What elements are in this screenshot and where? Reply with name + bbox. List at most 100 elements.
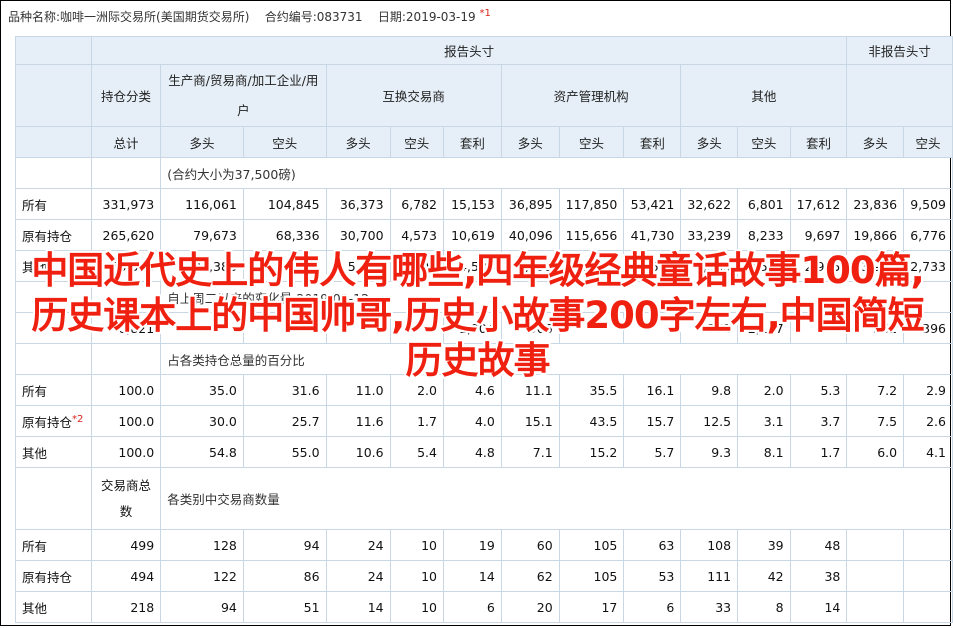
- value-cell: 54.8: [160, 436, 244, 468]
- value-cell: 24: [325, 560, 391, 592]
- value-cell: 105: [558, 529, 625, 561]
- value-cell: 104,845: [242, 188, 327, 220]
- value-cell: 8,233: [737, 219, 791, 251]
- value-cell: 33,239: [680, 219, 739, 251]
- reportable-header: 报告头寸: [90, 36, 848, 65]
- value-cell: 1.7: [389, 405, 444, 437]
- value-cell: 499: [90, 529, 162, 561]
- value-cell: 4,573: [389, 219, 444, 251]
- trader-note-row: 交易商总数 各类别中交易商数量: [15, 467, 953, 530]
- row-label-text: 所有: [22, 538, 48, 554]
- other-header: 其他: [680, 64, 848, 127]
- value-cell: 36,895: [500, 188, 560, 220]
- value-cell: 100.0: [90, 405, 162, 437]
- header-row-3: 总计 多头 空头 多头 空头 套利 多头 空头 套利 多头 空头 套利 多头 空…: [15, 126, 953, 158]
- table-row: 其他 100.0 54.8 55.0 10.6 5.4 4.8 7.1 15.2 5.7 9.3 8.…: [15, 436, 953, 468]
- row-label: 所有: [15, 188, 92, 220]
- value-cell: 19: [442, 529, 502, 561]
- value-cell: 94: [160, 591, 244, 623]
- value-cell: 32,622: [680, 188, 739, 220]
- value-cell: 42: [737, 560, 791, 592]
- row-label-text: 原有持仓: [22, 569, 73, 585]
- value-cell: 30.0: [160, 405, 244, 437]
- value-cell: 111: [680, 560, 739, 592]
- value-cell: 8: [737, 591, 791, 623]
- producer-short-header: 空头: [242, 126, 327, 158]
- value-cell: 1.7: [789, 436, 848, 468]
- money-spread-header: 套利: [623, 126, 682, 158]
- row-label: 其他: [15, 591, 92, 623]
- other-short-header: 空头: [737, 126, 791, 158]
- swap-header: 互换交易商: [325, 64, 502, 127]
- value-cell: 6.0: [846, 436, 905, 468]
- value-cell: 79,673: [160, 219, 244, 251]
- row-label: 原有持仓: [15, 560, 92, 592]
- value-cell: 53: [623, 560, 682, 592]
- value-cell: 7.5: [846, 405, 905, 437]
- value-cell: 86: [242, 560, 327, 592]
- value-cell: 128: [160, 529, 244, 561]
- table-row: 所有 499 128 94 24 10 19 60 105 63 108 39 48: [15, 529, 953, 561]
- value-cell: 100.0: [90, 436, 162, 468]
- value-cell: 10: [389, 529, 444, 561]
- value-cell: 10,619: [442, 219, 502, 251]
- value-cell: 14: [442, 560, 502, 592]
- row-label-text: 原有持仓: [22, 414, 73, 430]
- producer-long-header: 多头: [160, 126, 244, 158]
- value-cell: 3.7: [789, 405, 848, 437]
- swap-spread-header: 套利: [442, 126, 502, 158]
- watermark-overlay-text: 中国近代史上的伟人有哪些,四年级经典童话故事100篇,历史课本上的中国帅哥,历史…: [31, 249, 924, 382]
- value-cell: 33: [680, 591, 739, 623]
- value-cell: 122: [160, 560, 244, 592]
- value-cell: 15.2: [558, 436, 625, 468]
- value-cell: 48: [789, 529, 848, 561]
- producer-header: 生产商/贸易商/加工企业/用户: [160, 64, 327, 127]
- table-row: 原有持仓*2 100.0 30.0 25.7 11.6 1.7 4.0 15.1 43.5 15.…: [15, 405, 953, 437]
- value-cell: 11.6: [325, 405, 391, 437]
- money-short-header: 空头: [558, 126, 625, 158]
- value-cell: 14: [325, 591, 391, 623]
- trader-total-note: 交易商总数: [90, 467, 162, 530]
- value-cell: 115,656: [558, 219, 625, 251]
- value-cell: [846, 560, 905, 592]
- value-cell: 8.1: [737, 436, 791, 468]
- row-label-text: 其他: [22, 600, 48, 616]
- value-cell: 23,836: [846, 188, 905, 220]
- row-label-text: 所有: [22, 197, 48, 213]
- row-label-text: 所有: [22, 383, 48, 399]
- value-cell: 4.1: [903, 436, 953, 468]
- table-row: 所有 331,973 116,061 104,845 36,373 6,782 15,153…: [15, 188, 953, 220]
- row-label: 原有持仓: [15, 219, 92, 251]
- nonrep-short-header: 空头: [903, 126, 953, 158]
- value-cell: 6,776: [903, 219, 953, 251]
- contract-size-note: (合约大小为37,500磅): [160, 157, 953, 189]
- value-cell: 43.5: [558, 405, 625, 437]
- commodity-title: 品种名称:咖啡一洲际交易所(美国期货交易所): [8, 10, 250, 24]
- value-cell: 2.6: [903, 405, 953, 437]
- value-cell: 62: [500, 560, 560, 592]
- money-long-header: 多头: [500, 126, 560, 158]
- report-header: 品种名称:咖啡一洲际交易所(美国期货交易所) 合约编号:083731 日期:20…: [8, 8, 948, 25]
- value-cell: 9,509: [903, 188, 953, 220]
- value-cell: 331,973: [90, 188, 162, 220]
- value-cell: 19,866: [846, 219, 905, 251]
- value-cell: 25.7: [242, 405, 327, 437]
- contract-code: 合约编号:083731: [264, 10, 363, 24]
- value-cell: 55.0: [242, 436, 327, 468]
- money-header: 资产管理机构: [500, 64, 682, 127]
- value-cell: 39: [737, 529, 791, 561]
- table-row: 其他 218 94 51 14 10 6 20 17 6 33 8 14: [15, 591, 953, 623]
- traders-section: 所有 499 128 94 24 10 19 60 105 63 108 39 48 原有持仓 494 122…: [15, 529, 953, 623]
- header-row-2: 持仓分类 生产商/贸易商/加工企业/用户 互换交易商 资产管理机构 其他: [15, 64, 953, 127]
- value-cell: 20: [500, 591, 560, 623]
- value-cell: 41,730: [623, 219, 682, 251]
- value-cell: 30,700: [325, 219, 391, 251]
- value-cell: 105: [558, 560, 625, 592]
- value-cell: 17: [558, 591, 625, 623]
- nonreportable-header: 非报告头寸: [846, 36, 953, 65]
- table-row: 原有持仓 494 122 86 24 10 14 62 105 53 111 42 38: [15, 560, 953, 592]
- value-cell: 6: [442, 591, 502, 623]
- value-cell: [903, 560, 953, 592]
- value-cell: 9,697: [789, 219, 848, 251]
- value-cell: 68,336: [242, 219, 327, 251]
